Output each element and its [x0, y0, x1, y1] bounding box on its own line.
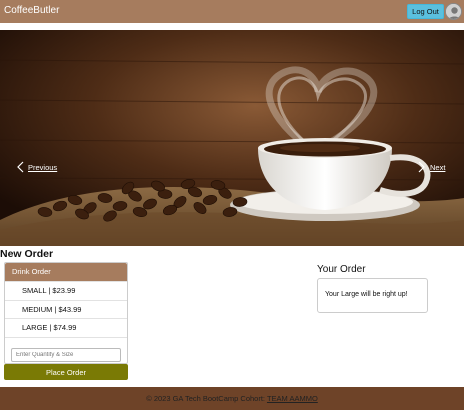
- chevron-right-icon: [418, 161, 425, 173]
- your-order-heading: Your Order: [317, 264, 366, 275]
- hero-carousel: Previous Next: [0, 30, 464, 246]
- carousel-previous-label[interactable]: Previous: [28, 163, 57, 172]
- place-order-button[interactable]: Place Order: [4, 364, 128, 380]
- quantity-size-input[interactable]: [11, 347, 121, 362]
- footer: © 2023 GA Tech BootCamp Cohort: TEAM AAM…: [0, 387, 464, 410]
- avatar[interactable]: [445, 3, 462, 20]
- team-link[interactable]: TEAM AAMMO: [267, 394, 318, 403]
- carousel-next-button[interactable]: Next: [418, 161, 445, 173]
- spacer: [0, 23, 464, 30]
- drink-option-large[interactable]: LARGE | $74.99: [5, 318, 127, 337]
- brand-name[interactable]: CoffeeButler: [4, 5, 59, 16]
- quantity-field-wrapper: [5, 336, 127, 364]
- chevron-left-icon: [17, 161, 24, 173]
- your-order-card: Your Large will be right up!: [317, 278, 428, 313]
- drink-order-header: Drink Order: [5, 263, 127, 281]
- coffee-hero-image: [0, 30, 464, 246]
- footer-copyright: © 2023 GA Tech BootCamp Cohort:: [146, 394, 267, 403]
- drink-option-small[interactable]: SMALL | $23.99: [5, 281, 127, 300]
- carousel-previous-button[interactable]: Previous: [16, 161, 57, 173]
- carousel-next-label[interactable]: Next: [430, 163, 445, 172]
- navbar: CoffeeButler Log Out: [0, 0, 464, 23]
- new-order-heading: New Order: [0, 248, 54, 260]
- order-status-message: Your Large will be right up!: [325, 291, 408, 298]
- logout-button[interactable]: Log Out: [407, 4, 444, 19]
- drink-option-medium[interactable]: MEDIUM | $43.99: [5, 299, 127, 319]
- drink-order-card: Drink Order SMALL | $23.99 MEDIUM | $43.…: [4, 262, 128, 364]
- footer-text: © 2023 GA Tech BootCamp Cohort: TEAM AAM…: [146, 394, 318, 403]
